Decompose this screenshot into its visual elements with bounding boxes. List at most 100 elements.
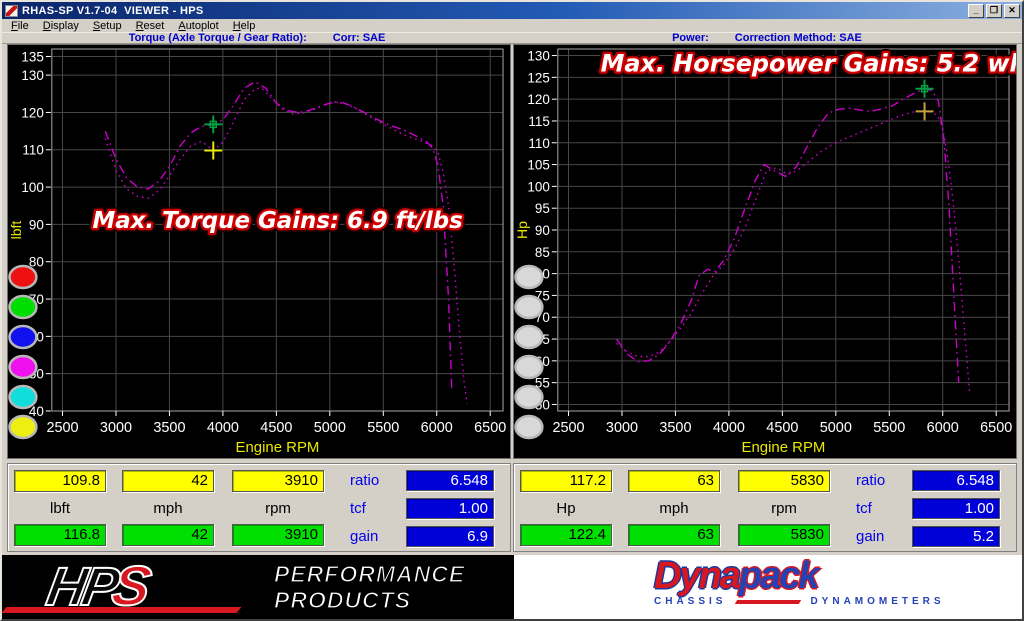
run-color-button-3[interactable] xyxy=(515,326,542,348)
power-caption: Power: Correction Method: SAE xyxy=(512,33,1022,43)
minimize-button[interactable]: _ xyxy=(968,4,984,18)
window-title: RHAS-SP V1.7-04 VIEWER - HPS xyxy=(22,5,204,17)
svg-text:85: 85 xyxy=(535,245,550,260)
modified-hp-value: 122.4 xyxy=(520,524,612,546)
svg-text:4000: 4000 xyxy=(207,420,239,436)
tcf-label: tcf xyxy=(856,500,872,517)
svg-text:95: 95 xyxy=(535,201,550,216)
menu-autoplot[interactable]: Autoplot xyxy=(171,20,225,32)
ratio-value: 6.548 xyxy=(406,470,494,491)
svg-text:2500: 2500 xyxy=(46,420,78,436)
torque-readout-panel: 109.8 42 3910 lbft mph rpm 116.8 42 3910… xyxy=(7,463,511,552)
dynapack-logo-area: Dynapack CHASSIS DYNAMOMETERS xyxy=(514,555,1022,619)
run-color-button-4[interactable] xyxy=(515,356,542,378)
svg-text:6000: 6000 xyxy=(421,420,453,436)
power-correction-label: Correction Method: SAE xyxy=(735,32,862,44)
svg-text:4000: 4000 xyxy=(713,420,745,436)
svg-text:4500: 4500 xyxy=(766,420,798,436)
svg-text:105: 105 xyxy=(527,158,549,173)
dynapack-subtitle: CHASSIS DYNAMOMETERS xyxy=(654,596,1022,607)
menu-help[interactable]: Help xyxy=(226,20,263,32)
tcf-label: tcf xyxy=(350,500,366,517)
run-color-button-6[interactable] xyxy=(515,416,542,438)
app-icon xyxy=(5,5,18,17)
close-button[interactable]: ✕ xyxy=(1004,4,1020,18)
run-color-button-2[interactable] xyxy=(9,296,36,318)
svg-text:90: 90 xyxy=(535,223,550,238)
baseline-rpm-value: 5830 xyxy=(738,470,830,492)
svg-text:Max. Horsepower Gains: 5.2 wh: Max. Horsepower Gains: 5.2 whp xyxy=(601,50,1016,78)
baseline-mph-value: 42 xyxy=(122,470,214,492)
menu-bar: File Display Setup Reset Autoplot Help xyxy=(2,19,1022,33)
svg-text:130: 130 xyxy=(527,49,549,64)
run-color-button-3[interactable] xyxy=(9,326,36,348)
title-bar[interactable]: RHAS-SP V1.7-04 VIEWER - HPS _ ❐ ✕ xyxy=(2,2,1022,19)
power-readout-panel: 117.2 63 5830 Hp mph rpm 122.4 63 5830 r… xyxy=(513,463,1017,552)
dynapack-dynamometers-text: DYNAMOMETERS xyxy=(810,596,944,607)
baseline-mph-value: 63 xyxy=(628,470,720,492)
power-caption-label: Power: xyxy=(672,32,709,44)
svg-text:5500: 5500 xyxy=(367,420,399,436)
modified-mph-value: 63 xyxy=(628,524,720,546)
speed-unit-label: mph xyxy=(122,500,214,517)
hps-logo-text: PERFORMANCE PRODUCTS xyxy=(274,561,465,613)
menu-setup[interactable]: Setup xyxy=(86,20,129,32)
modified-rpm-value: 5830 xyxy=(738,524,830,546)
menu-file[interactable]: File xyxy=(4,20,36,32)
svg-text:Max. Torque Gains: 6.9 ft/lbs: Max. Torque Gains: 6.9 ft/lbs xyxy=(92,208,462,234)
svg-text:Engine RPM: Engine RPM xyxy=(741,439,825,456)
run-color-button-4[interactable] xyxy=(9,356,36,378)
dynapack-logo: Dynapack CHASSIS DYNAMOMETERS xyxy=(654,557,1022,607)
svg-text:120: 120 xyxy=(21,105,43,120)
modified-lbft-value: 116.8 xyxy=(14,524,106,546)
gain-value: 6.9 xyxy=(406,526,494,547)
svg-text:lbft: lbft xyxy=(8,221,24,240)
window-controls: _ ❐ ✕ xyxy=(968,4,1020,18)
svg-text:3500: 3500 xyxy=(153,420,185,436)
baseline-lbft-value: 109.8 xyxy=(14,470,106,492)
baseline-rpm-value: 3910 xyxy=(232,470,324,492)
torque-chart-panel[interactable]: 4050607080901001101201301352500300035004… xyxy=(7,44,511,459)
svg-text:100: 100 xyxy=(21,180,43,195)
svg-text:5000: 5000 xyxy=(314,420,346,436)
power-chart-panel[interactable]: 5055606570758085909510010511011512012513… xyxy=(513,44,1017,459)
readouts-row: 109.8 42 3910 lbft mph rpm 116.8 42 3910… xyxy=(2,459,1022,555)
modified-rpm-value: 3910 xyxy=(232,524,324,546)
footer: HPS PERFORMANCE PRODUCTS Dynapack CHASSI… xyxy=(2,555,1022,619)
svg-text:110: 110 xyxy=(22,143,43,158)
tcf-value: 1.00 xyxy=(406,498,494,519)
svg-text:90: 90 xyxy=(29,217,44,232)
run-color-button-2[interactable] xyxy=(515,296,542,318)
gain-value: 5.2 xyxy=(912,526,1000,547)
torque-caption: Torque (Axle Torque / Gear Ratio): Corr:… xyxy=(2,33,512,43)
run-color-button-1[interactable] xyxy=(9,266,36,288)
restore-button[interactable]: ❐ xyxy=(986,4,1002,18)
app-window: RHAS-SP V1.7-04 VIEWER - HPS _ ❐ ✕ File … xyxy=(0,0,1024,621)
run-color-button-1[interactable] xyxy=(515,266,542,288)
svg-text:120: 120 xyxy=(527,92,549,107)
svg-text:125: 125 xyxy=(527,70,549,85)
menu-display[interactable]: Display xyxy=(36,20,86,32)
menu-reset[interactable]: Reset xyxy=(129,20,172,32)
svg-text:6500: 6500 xyxy=(474,420,506,436)
svg-text:Engine RPM: Engine RPM xyxy=(235,439,319,456)
svg-text:6500: 6500 xyxy=(980,420,1012,436)
run-color-button-5[interactable] xyxy=(9,386,36,408)
dynapack-chassis-text: CHASSIS xyxy=(654,596,726,607)
svg-text:3000: 3000 xyxy=(606,420,638,436)
run-color-button-6[interactable] xyxy=(9,416,36,438)
torque-correction-label: Corr: SAE xyxy=(333,32,386,44)
svg-text:135: 135 xyxy=(21,49,43,64)
svg-text:130: 130 xyxy=(21,68,43,83)
baseline-hp-value: 117.2 xyxy=(520,470,612,492)
modified-mph-value: 42 xyxy=(122,524,214,546)
hps-logo-area: HPS PERFORMANCE PRODUCTS xyxy=(2,555,514,619)
svg-text:100: 100 xyxy=(527,179,549,194)
run-color-button-5[interactable] xyxy=(515,386,542,408)
torque-unit-label: lbft xyxy=(14,500,106,517)
ratio-value: 6.548 xyxy=(912,470,1000,491)
svg-text:5000: 5000 xyxy=(820,420,852,436)
svg-text:6000: 6000 xyxy=(927,420,959,436)
power-unit-label: Hp xyxy=(520,500,612,517)
gain-label: gain xyxy=(856,528,884,545)
